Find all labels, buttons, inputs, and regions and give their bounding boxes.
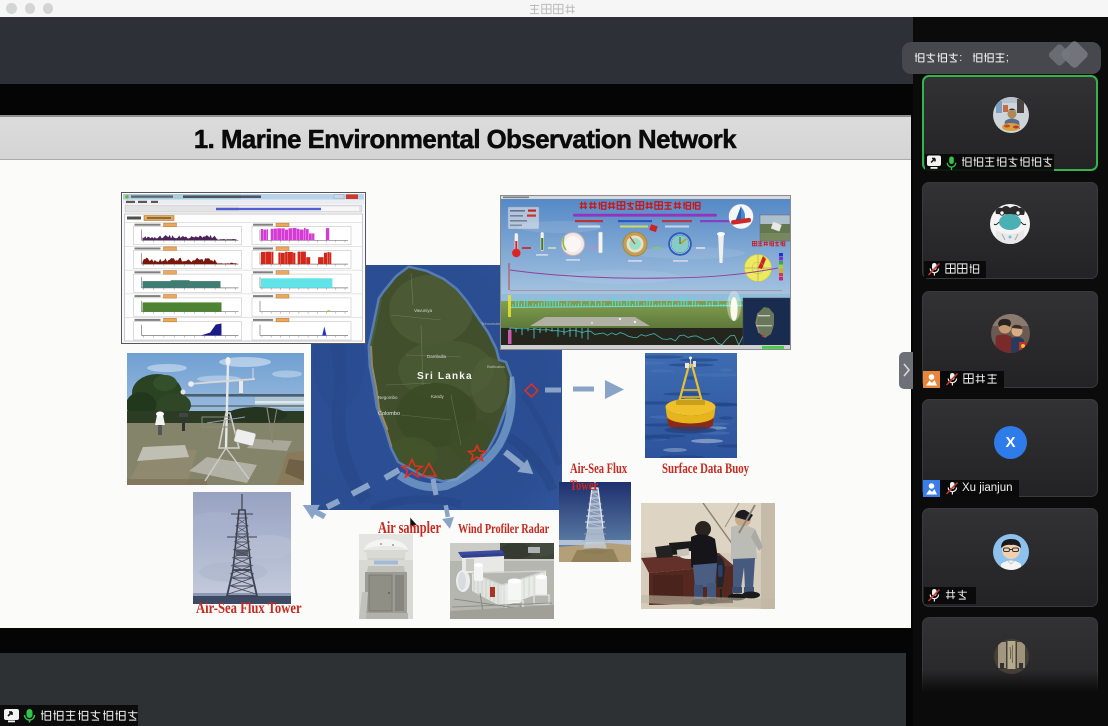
svg-text:;: ; [1006, 52, 1009, 64]
svg-text::: : [959, 52, 962, 64]
